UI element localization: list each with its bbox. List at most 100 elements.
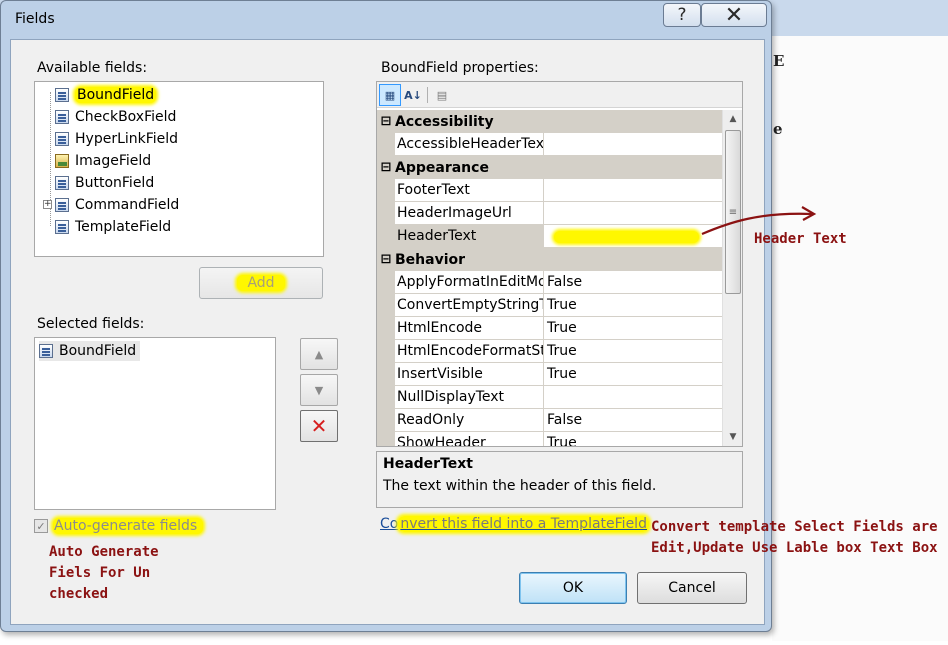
property-grid[interactable]: ▦ A↓ ▤ ⊟ Accessibility AccessibleHeaderT…: [376, 81, 743, 447]
property-row[interactable]: ShowHeader True: [377, 432, 722, 446]
selected-fields-list[interactable]: BoundField: [34, 337, 276, 510]
cancel-label: Cancel: [668, 580, 716, 596]
tree-item-label: ImageField: [75, 153, 152, 169]
collapse-icon[interactable]: ⊟: [377, 114, 395, 129]
scroll-up-icon[interactable]: ▲: [723, 110, 742, 128]
tree-item-hyperlinkfield[interactable]: HyperLinkField: [55, 129, 178, 149]
link-text-lead: Co: [380, 516, 399, 532]
property-name: HeaderImageUrl: [395, 202, 544, 225]
category-accessibility[interactable]: ⊟ Accessibility: [377, 110, 722, 133]
property-row[interactable]: ApplyFormatInEditMo False: [377, 271, 722, 294]
collapse-icon[interactable]: ⊟: [377, 252, 395, 267]
dialog-title: Fields: [15, 11, 55, 27]
auto-generate-row[interactable]: ✓ Auto-generate fields: [34, 518, 204, 534]
tree-item-templatefield[interactable]: TemplateField: [55, 217, 171, 237]
property-row[interactable]: AccessibleHeaderText: [377, 133, 722, 156]
convert-templatefield-link[interactable]: Co nvert this field into a TemplateField: [380, 516, 649, 532]
property-row[interactable]: InsertVisible True: [377, 363, 722, 386]
help-icon: ?: [677, 5, 687, 25]
tree-item-boundfield[interactable]: BoundField: [55, 85, 157, 105]
selected-item-boundfield[interactable]: BoundField: [39, 341, 141, 361]
property-row[interactable]: FooterText: [377, 179, 722, 202]
property-pages-icon[interactable]: ▤: [431, 84, 453, 106]
scroll-down-icon[interactable]: ▼: [723, 428, 742, 446]
property-value[interactable]: False: [544, 271, 722, 294]
tree-item-label: TemplateField: [75, 219, 172, 235]
command-field-icon: [55, 198, 69, 212]
convert-template-annotation: Convert template Select Fields are Edit,…: [651, 519, 938, 556]
tree-item-commandfield[interactable]: CommandField: [55, 195, 179, 215]
categorized-icon[interactable]: ▦: [379, 84, 401, 106]
cancel-button[interactable]: Cancel: [637, 572, 747, 604]
property-name: ConvertEmptyStringTc: [395, 294, 544, 317]
delete-button[interactable]: ✕: [300, 410, 338, 442]
property-name: HeaderText: [395, 225, 544, 248]
property-value[interactable]: True: [544, 363, 722, 386]
close-button[interactable]: ✕: [701, 2, 767, 28]
property-value[interactable]: [544, 386, 722, 409]
property-value[interactable]: True: [544, 317, 722, 340]
arrow-up-icon: ▲: [314, 347, 324, 361]
highlight-mark: [554, 231, 699, 243]
category-behavior[interactable]: ⊟ Behavior: [377, 248, 722, 271]
hyperlink-field-icon: [55, 132, 69, 146]
expand-icon[interactable]: +: [43, 200, 52, 209]
property-name: ShowHeader: [395, 432, 544, 446]
tree-item-label: CommandField: [75, 197, 180, 213]
collapse-icon[interactable]: ⊟: [377, 160, 395, 175]
description-title: HeaderText: [383, 456, 473, 472]
property-name: FooterText: [395, 179, 544, 202]
alphabetical-sort-icon[interactable]: A↓: [402, 84, 424, 106]
property-row[interactable]: NullDisplayText: [377, 386, 722, 409]
property-row[interactable]: HeaderImageUrl: [377, 202, 722, 225]
selected-fields-label: Selected fields:: [37, 316, 145, 332]
property-value[interactable]: True: [544, 432, 722, 446]
tree-item-checkboxfield[interactable]: CheckBoxField: [55, 107, 176, 127]
properties-label: BoundField properties:: [381, 60, 539, 76]
close-icon: ✕: [724, 2, 744, 28]
tree-item-label: CheckBoxField: [75, 109, 177, 125]
description-panel: HeaderText The text within the header of…: [376, 451, 743, 508]
selected-item-label: BoundField: [59, 343, 137, 359]
property-row[interactable]: HtmlEncodeFormatStr True: [377, 340, 722, 363]
ok-button[interactable]: OK: [519, 572, 627, 604]
checkbox-field-icon: [55, 110, 69, 124]
tree-item-imagefield[interactable]: ImageField: [55, 151, 151, 171]
header-text-value[interactable]: [544, 225, 722, 248]
property-name: HtmlEncode: [395, 317, 544, 340]
property-value[interactable]: True: [544, 294, 722, 317]
property-row-selected[interactable]: HeaderText: [377, 225, 722, 248]
category-label: Accessibility: [395, 113, 494, 130]
property-name: ApplyFormatInEditMo: [395, 271, 544, 294]
ok-label: OK: [562, 580, 584, 596]
property-value[interactable]: [544, 179, 722, 202]
property-row[interactable]: HtmlEncode True: [377, 317, 722, 340]
property-row[interactable]: ReadOnly False: [377, 409, 722, 432]
tree-item-label: BoundField: [75, 87, 157, 103]
property-value[interactable]: True: [544, 340, 722, 363]
arrow-down-icon: ▼: [314, 383, 324, 397]
available-fields-tree[interactable]: BoundField CheckBoxField HyperLinkField …: [34, 81, 324, 257]
template-field-icon: [55, 220, 69, 234]
property-value[interactable]: [544, 202, 722, 225]
property-rows: ⊟ Accessibility AccessibleHeaderText ⊟ A…: [377, 110, 722, 446]
move-up-button[interactable]: ▲: [300, 338, 338, 370]
auto-generate-checkbox[interactable]: ✓: [34, 519, 48, 533]
image-field-icon: [55, 154, 69, 168]
property-grid-scrollbar[interactable]: ▲ ≡ ▼: [722, 110, 742, 446]
property-name: AccessibleHeaderText: [395, 133, 544, 156]
property-name: HtmlEncodeFormatStr: [395, 340, 544, 363]
property-value[interactable]: [544, 133, 722, 156]
toolbar-separator: [427, 87, 428, 103]
property-name: ReadOnly: [395, 409, 544, 432]
category-appearance[interactable]: ⊟ Appearance: [377, 156, 722, 179]
move-down-button[interactable]: ▼: [300, 374, 338, 406]
help-button[interactable]: ?: [663, 3, 701, 27]
property-row[interactable]: ConvertEmptyStringTc True: [377, 294, 722, 317]
property-value[interactable]: False: [544, 409, 722, 432]
property-grid-toolbar: ▦ A↓ ▤: [377, 82, 742, 108]
tree-item-buttonfield[interactable]: ButtonField: [55, 173, 154, 193]
auto-generate-annotation: Auto Generate Fiels For Un checked: [49, 544, 159, 602]
bound-field-icon: [55, 88, 69, 102]
add-button[interactable]: Add: [199, 267, 323, 299]
